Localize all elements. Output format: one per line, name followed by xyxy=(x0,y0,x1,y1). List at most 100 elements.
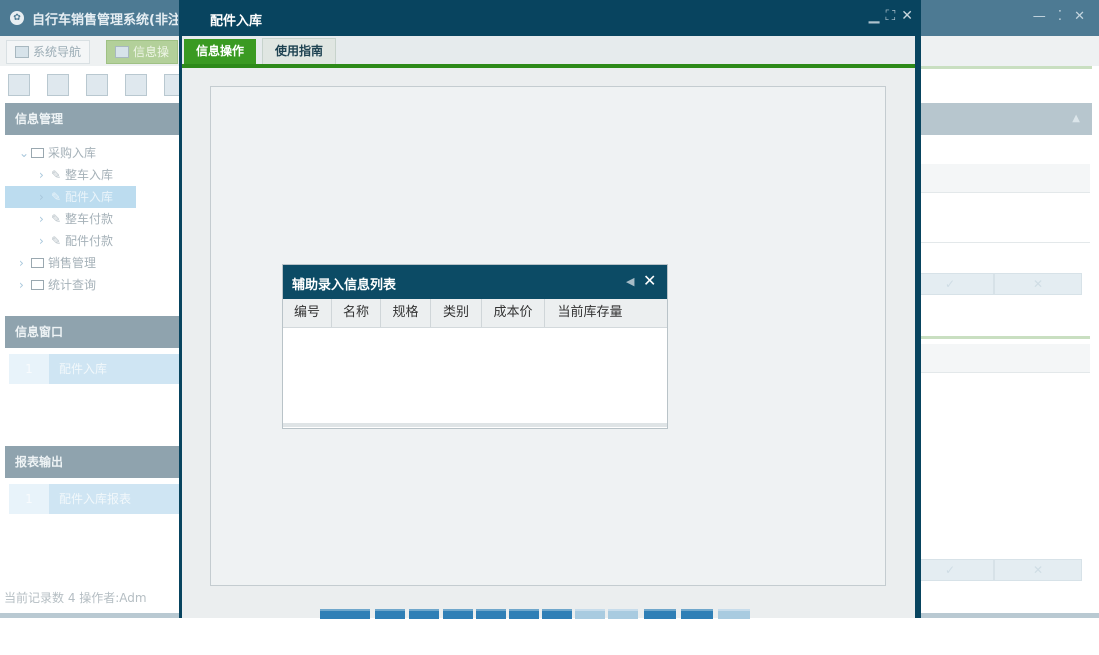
tree-item-purchase[interactable]: ⌄ 采购入库 xyxy=(5,142,180,164)
list-body xyxy=(283,328,667,423)
window-item-parts-in[interactable]: 1 配件入库 xyxy=(9,354,180,384)
tree-item-bike-pay[interactable]: › ✎ 整车付款 xyxy=(5,208,180,230)
action-button-1[interactable] xyxy=(320,609,370,619)
item-label: 配件入库报表 xyxy=(59,492,132,506)
grid-icon xyxy=(115,46,129,58)
sidebar: 信息管理 ⌄ 采购入库 › ✎ 整车入库 › ✎ 配件入库 › ✎ 整车付款 › ✎ 配件付款 ›… xyxy=(5,103,180,583)
tree-item-stats[interactable]: › 统计查询 xyxy=(5,274,180,296)
info-window-header: 信息窗口 xyxy=(5,316,180,348)
chevron-right-icon: › xyxy=(39,190,44,204)
maximize-icon[interactable]: ⛶ xyxy=(885,8,895,24)
right-row xyxy=(920,164,1090,193)
subwindow-title: 辅助录入信息列表 xyxy=(292,278,397,293)
chevron-right-icon: › xyxy=(19,256,24,270)
tab-label: 系统导航 xyxy=(33,45,82,59)
tools-icon: ✎ xyxy=(51,168,62,182)
tools-icon: ✎ xyxy=(51,190,62,204)
document-tool-icon[interactable] xyxy=(86,74,108,96)
col-header-stock[interactable]: 当前库存量 xyxy=(545,299,635,327)
assist-entry-list-window: 辅助录入信息列表 ◀ ✕ 编号 名称 规格 类别 成本价 当前库存量 xyxy=(282,264,668,429)
tree-item-sales[interactable]: › 销售管理 xyxy=(5,252,180,274)
action-button-7[interactable] xyxy=(542,609,572,619)
tabbar-underline xyxy=(920,66,1092,69)
tree-label: 销售管理 xyxy=(48,256,97,270)
tree-label: 配件入库 xyxy=(65,190,114,204)
info-mgmt-header: 信息管理 xyxy=(5,103,180,135)
close-icon[interactable]: ✕ xyxy=(643,271,656,290)
dialog-window-controls: ▁ ⛶ ✕ xyxy=(863,8,913,24)
right-row xyxy=(920,232,1090,243)
list-footer xyxy=(283,423,667,427)
tree-label: 整车入库 xyxy=(65,168,114,182)
subwindow-titlebar[interactable]: 辅助录入信息列表 ◀ ✕ xyxy=(283,265,667,299)
app-logo-icon: ✿ xyxy=(10,11,24,25)
chevron-right-icon: › xyxy=(39,168,44,182)
status-bar: 当前记录数 4 操作者:Adm xyxy=(0,583,180,613)
export-tool-icon[interactable] xyxy=(164,74,180,96)
cancel-button[interactable]: ✕ xyxy=(994,273,1082,295)
action-button-3[interactable] xyxy=(409,609,439,619)
action-button-8[interactable] xyxy=(575,609,605,619)
tab-system-nav[interactable]: 系统导航 xyxy=(6,40,91,64)
tree-label: 采购入库 xyxy=(48,146,97,160)
window-controls[interactable]: — ⁚ ✕ xyxy=(1033,9,1089,24)
folder-icon xyxy=(31,148,44,158)
tree-item-parts-in[interactable]: › ✎ 配件入库 xyxy=(5,186,136,208)
dialog-title: 配件入库 xyxy=(210,14,263,29)
minimize-icon[interactable]: ▁ xyxy=(869,8,880,24)
chevron-right-icon: › xyxy=(39,212,44,226)
right-panel-header: ▲ xyxy=(920,103,1092,135)
action-button-4[interactable] xyxy=(443,609,473,619)
col-header-cost[interactable]: 成本价 xyxy=(482,299,545,327)
col-header-name[interactable]: 名称 xyxy=(332,299,381,327)
list-header-row: 编号 名称 规格 类别 成本价 当前库存量 xyxy=(283,299,667,328)
col-header-id[interactable]: 编号 xyxy=(283,299,332,327)
app-title: 自行车销售管理系统(非注 xyxy=(32,13,178,28)
chevron-right-icon: › xyxy=(19,278,24,292)
tab-label: 信息操 xyxy=(133,45,170,59)
tree-label: 统计查询 xyxy=(48,278,97,292)
tree-item-parts-pay[interactable]: › ✎ 配件付款 xyxy=(5,230,180,252)
item-number: 1 xyxy=(9,354,49,384)
tab-info-ops[interactable]: 信息操 xyxy=(106,40,179,64)
tab-info-operations[interactable]: 信息操作 xyxy=(184,39,257,64)
action-button-9[interactable] xyxy=(608,609,638,619)
right-row xyxy=(920,344,1090,373)
tools-icon: ✎ xyxy=(51,234,62,248)
collapse-icon[interactable]: ▲ xyxy=(1072,113,1080,124)
action-button-6[interactable] xyxy=(509,609,539,619)
report-header: 报表输出 xyxy=(5,446,180,478)
user-tool-icon[interactable] xyxy=(125,74,147,96)
tree-label: 配件付款 xyxy=(65,234,114,248)
dialog-tabbar: 信息操作 使用指南 xyxy=(182,36,915,64)
tab-user-guide[interactable]: 使用指南 xyxy=(262,38,337,64)
folder-icon xyxy=(31,258,44,268)
action-button-10[interactable] xyxy=(644,609,676,619)
dialog-titlebar[interactable]: 配件入库 ▁ ⛶ ✕ xyxy=(179,0,921,36)
tree-label: 整车付款 xyxy=(65,212,114,226)
dialog-tab-underline xyxy=(182,64,915,68)
monitor-icon xyxy=(15,46,29,58)
tree-item-bike-in[interactable]: › ✎ 整车入库 xyxy=(5,164,180,186)
col-header-spec[interactable]: 规格 xyxy=(381,299,431,327)
main-toolbar xyxy=(0,68,180,102)
item-number: 1 xyxy=(9,484,49,514)
folder-icon xyxy=(31,280,44,290)
chevron-right-icon: › xyxy=(39,234,44,248)
report-item-parts-in[interactable]: 1 配件入库报表 xyxy=(9,484,180,514)
caret-left-icon[interactable]: ◀ xyxy=(626,275,634,288)
chevron-down-icon: ⌄ xyxy=(19,146,30,160)
action-button-2[interactable] xyxy=(375,609,405,619)
search-tool-icon[interactable] xyxy=(8,74,30,96)
col-header-category[interactable]: 类别 xyxy=(431,299,482,327)
item-label: 配件入库 xyxy=(59,362,108,376)
cancel-button-2[interactable]: ✕ xyxy=(994,559,1082,581)
right-divider xyxy=(920,336,1090,339)
action-button-11[interactable] xyxy=(681,609,713,619)
action-button-12[interactable] xyxy=(718,609,750,619)
list-tool-icon[interactable] xyxy=(47,74,69,96)
action-button-5[interactable] xyxy=(476,609,506,619)
close-icon[interactable]: ✕ xyxy=(901,8,913,24)
nav-tree: ⌄ 采购入库 › ✎ 整车入库 › ✎ 配件入库 › ✎ 整车付款 › ✎ 配件付款 › 销售管理 … xyxy=(5,142,180,296)
tools-icon: ✎ xyxy=(51,212,62,226)
